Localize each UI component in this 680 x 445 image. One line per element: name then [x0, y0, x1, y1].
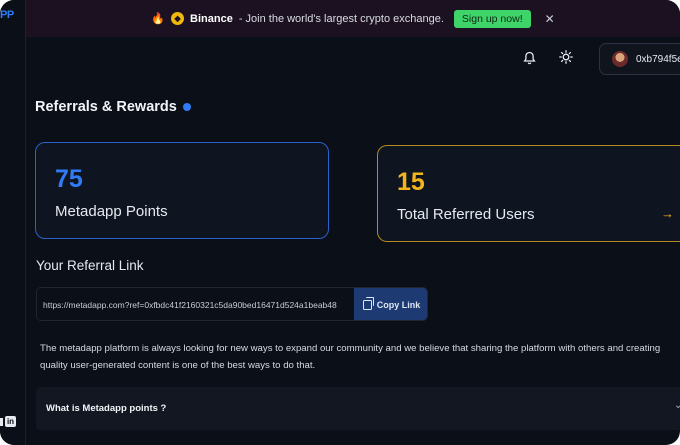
copy-icon: [362, 297, 374, 310]
points-label: Metadapp Points: [55, 203, 168, 220]
referral-description: The metadapp platform is always looking …: [40, 340, 680, 374]
sun-icon[interactable]: [559, 50, 573, 67]
copy-link-button[interactable]: Copy Link: [354, 288, 427, 320]
points-value: 75: [55, 165, 83, 193]
chevron-down-icon[interactable]: ⌄: [674, 400, 680, 411]
avatar: [612, 51, 628, 67]
top-bar: 0xb794f5e: [26, 37, 680, 87]
promo-banner: 🔥 ◆ Binance - Join the world's largest c…: [26, 0, 680, 37]
referred-users-card[interactable]: 15 Total Referred Users →: [377, 145, 680, 242]
page-title: Referrals & Rewards: [35, 99, 191, 115]
app-window: PP in 🔥 ◆ Binance - Join the world's lar…: [0, 0, 680, 445]
referral-link-heading: Your Referral Link: [36, 258, 144, 273]
description-line-2: quality user-generated content is one of…: [40, 360, 316, 371]
referral-link-row: Copy Link: [36, 287, 428, 321]
arrow-right-icon[interactable]: →: [661, 206, 674, 221]
fire-icon: 🔥: [151, 13, 166, 25]
description-line-1: The metadapp platform is always looking …: [40, 343, 661, 354]
left-sidebar: PP in: [0, 0, 26, 445]
close-icon[interactable]: ✕: [545, 12, 555, 26]
faq-question: What is Metadapp points ?: [46, 403, 167, 414]
page-title-text: Referrals & Rewards: [35, 99, 177, 115]
faq-item[interactable]: What is Metadapp points ? ⌄: [36, 387, 680, 430]
wallet-button[interactable]: 0xb794f5e: [599, 43, 680, 75]
sidebar-indicator: [0, 418, 3, 426]
brand-logo[interactable]: PP: [0, 9, 14, 21]
points-card: 75 Metadapp Points: [35, 142, 329, 239]
referred-label: Total Referred Users: [397, 206, 535, 223]
binance-coin-icon: ◆: [171, 12, 185, 25]
linkedin-icon[interactable]: in: [5, 416, 16, 427]
banner-brand-name: Binance: [190, 12, 233, 25]
copy-link-label: Copy Link: [376, 300, 421, 310]
bell-icon[interactable]: [523, 51, 536, 70]
referral-link-input[interactable]: [37, 288, 354, 320]
info-icon[interactable]: [182, 103, 191, 111]
referred-value: 15: [397, 168, 425, 196]
banner-message: - Join the world's largest crypto exchan…: [238, 12, 444, 25]
signup-button[interactable]: Sign up now!: [453, 9, 531, 28]
wallet-address: 0xb794f5e: [636, 53, 680, 65]
